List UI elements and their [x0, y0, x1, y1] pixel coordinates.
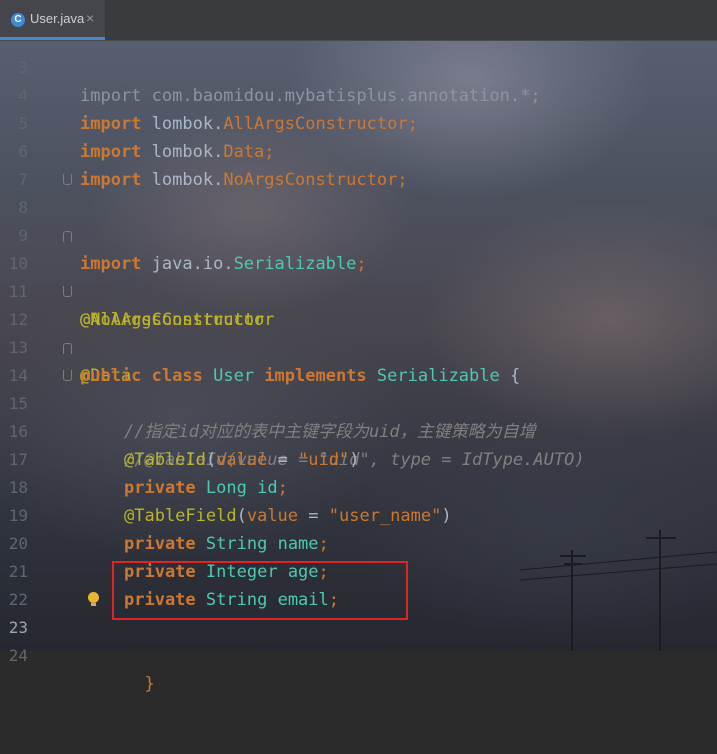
code-line: 18 @TableField(value = "user_name"): [0, 446, 717, 526]
code-line: 17 private Long id;: [0, 418, 717, 498]
fold-end-icon[interactable]: [63, 286, 72, 297]
code-line: 13 public class User implements Serializ…: [0, 306, 717, 386]
code-line: 9: [0, 194, 717, 245]
code-line: 5 import lombok.Data;: [0, 82, 717, 162]
lightbulb-icon[interactable]: [88, 592, 99, 606]
code-line: 12 @Data: [0, 278, 717, 386]
fold-end-icon[interactable]: [63, 174, 72, 185]
tab-label: User.java: [30, 11, 85, 26]
tab-user-java[interactable]: C User.java ×: [0, 0, 105, 40]
close-icon[interactable]: ×: [86, 10, 94, 26]
code-line: 14 //指定id对应的表中主键字段为uid，主键策略为自增: [0, 334, 717, 442]
code-line: 11 @NoArgsConstructor: [0, 250, 717, 330]
code-line: 21 private String email;: [0, 530, 717, 610]
code-line: 15 //@TableId(value = "uid", type = IdTy…: [0, 362, 717, 470]
code-line: 19 private String name;: [0, 474, 717, 554]
code-line: 7: [0, 138, 717, 189]
code-line: 10 @AllArgsConstructor: [0, 222, 717, 330]
semicolon: }: [144, 674, 155, 694]
fold-start-icon[interactable]: [63, 343, 72, 354]
fold-start-icon[interactable]: [63, 231, 72, 242]
code-line: 4 import lombok.AllArgsConstructor;: [0, 54, 717, 134]
code-line: 6 import lombok.NoArgsConstructor;: [0, 110, 717, 190]
code-line: 20 private Integer age;: [0, 502, 717, 582]
code-line: 16 @TableId(value = "uid"): [0, 390, 717, 470]
java-class-icon: C: [11, 13, 25, 27]
fold-end-icon[interactable]: [63, 370, 72, 381]
highlight-box: [112, 561, 408, 620]
editor-tab-bar: C User.java ×: [0, 0, 717, 41]
code-line: 8 import java.io.Serializable;: [0, 166, 717, 274]
